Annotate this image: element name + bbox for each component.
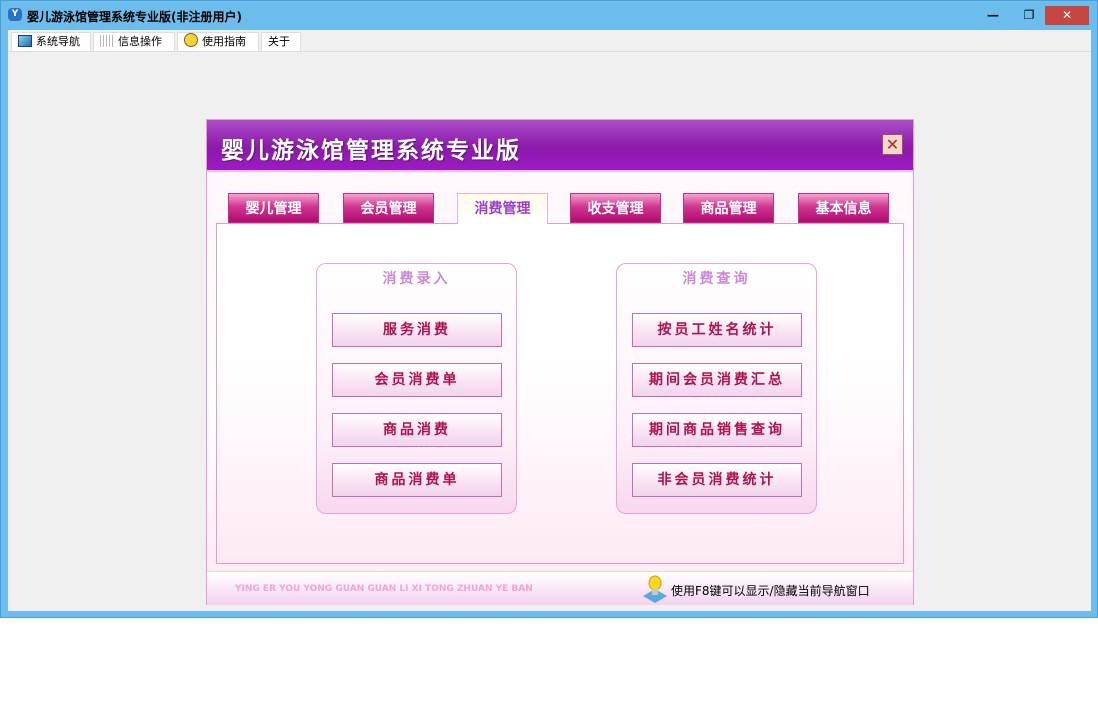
grid-icon <box>100 35 114 47</box>
group-title: 消费录入 <box>382 271 451 287</box>
monitor-icon <box>18 35 32 47</box>
tab-basic-info[interactable]: 基本信息 <box>798 193 889 223</box>
minimize-button[interactable]: — <box>979 6 1007 25</box>
non-member-stats-button[interactable]: 非会员消费统计 <box>632 463 802 497</box>
tab-income-expense[interactable]: 收支管理 <box>570 193 661 223</box>
group-consumption-entry: 消费录入 服务消费 会员消费单 商品消费 商品消费单 <box>316 263 517 514</box>
lightbulb-icon <box>643 575 667 603</box>
tab-member[interactable]: 会员管理 <box>343 193 434 223</box>
title-bar: Y 婴儿游泳馆管理系统专业版(非注册用户) — ❐ ✕ <box>1 1 1097 29</box>
window-title: 婴儿游泳馆管理系统专业版(非注册用户) <box>27 10 242 24</box>
member-consumption-slip-button[interactable]: 会员消费单 <box>332 363 502 397</box>
menu-label: 信息操作 <box>118 35 162 48</box>
menu-user-guide[interactable]: 使用指南 <box>177 32 259 52</box>
dialog-close-button[interactable]: ✕ <box>882 134 903 155</box>
menu-label: 使用指南 <box>202 35 246 48</box>
close-button[interactable]: ✕ <box>1045 6 1089 25</box>
group-consumption-query: 消费查询 按员工姓名统计 期间会员消费汇总 期间商品销售查询 非会员消费统计 <box>616 263 817 514</box>
dialog-header: 婴儿游泳馆管理系统专业版 ✕ <box>207 120 913 172</box>
tab-product[interactable]: 商品管理 <box>683 193 774 223</box>
dialog-footer: YING ER YOU YONG GUAN GUAN LI XI TONG ZH… <box>207 571 913 605</box>
pinyin-title: YING ER YOU YONG GUAN GUAN LI XI TONG ZH… <box>235 584 533 594</box>
menu-system-nav[interactable]: 系统导航 <box>11 32 91 52</box>
service-consumption-button[interactable]: 服务消费 <box>332 313 502 347</box>
tab-consumption[interactable]: 消费管理 <box>457 193 548 224</box>
menu-bar: 系统导航 信息操作 使用指南 关于 <box>8 30 1091 52</box>
f8-hint: 使用F8键可以显示/隐藏当前导航窗口 <box>671 584 870 598</box>
tab-baby[interactable]: 婴儿管理 <box>228 193 319 223</box>
menu-info-ops[interactable]: 信息操作 <box>93 32 175 52</box>
group-title: 消费查询 <box>682 271 751 287</box>
dialog-title: 婴儿游泳馆管理系统专业版 <box>221 138 521 164</box>
product-sales-query-button[interactable]: 期间商品销售查询 <box>632 413 802 447</box>
help-icon <box>184 33 198 47</box>
product-consumption-slip-button[interactable]: 商品消费单 <box>332 463 502 497</box>
member-consumption-summary-button[interactable]: 期间会员消费汇总 <box>632 363 802 397</box>
restore-button[interactable]: ❐ <box>1015 6 1043 25</box>
stats-by-employee-button[interactable]: 按员工姓名统计 <box>632 313 802 347</box>
menu-label: 关于 <box>268 35 290 48</box>
menu-label: 系统导航 <box>36 35 80 48</box>
tab-panel: 消费录入 服务消费 会员消费单 商品消费 商品消费单 消费查询 按员工姓名统计 … <box>216 223 904 564</box>
product-consumption-button[interactable]: 商品消费 <box>332 413 502 447</box>
app-icon: Y <box>8 8 22 21</box>
navigation-dialog: 婴儿游泳馆管理系统专业版 ✕ 婴儿管理 会员管理 消费录入 服务消费 会员消费单… <box>206 119 914 605</box>
menu-about[interactable]: 关于 <box>261 32 301 52</box>
